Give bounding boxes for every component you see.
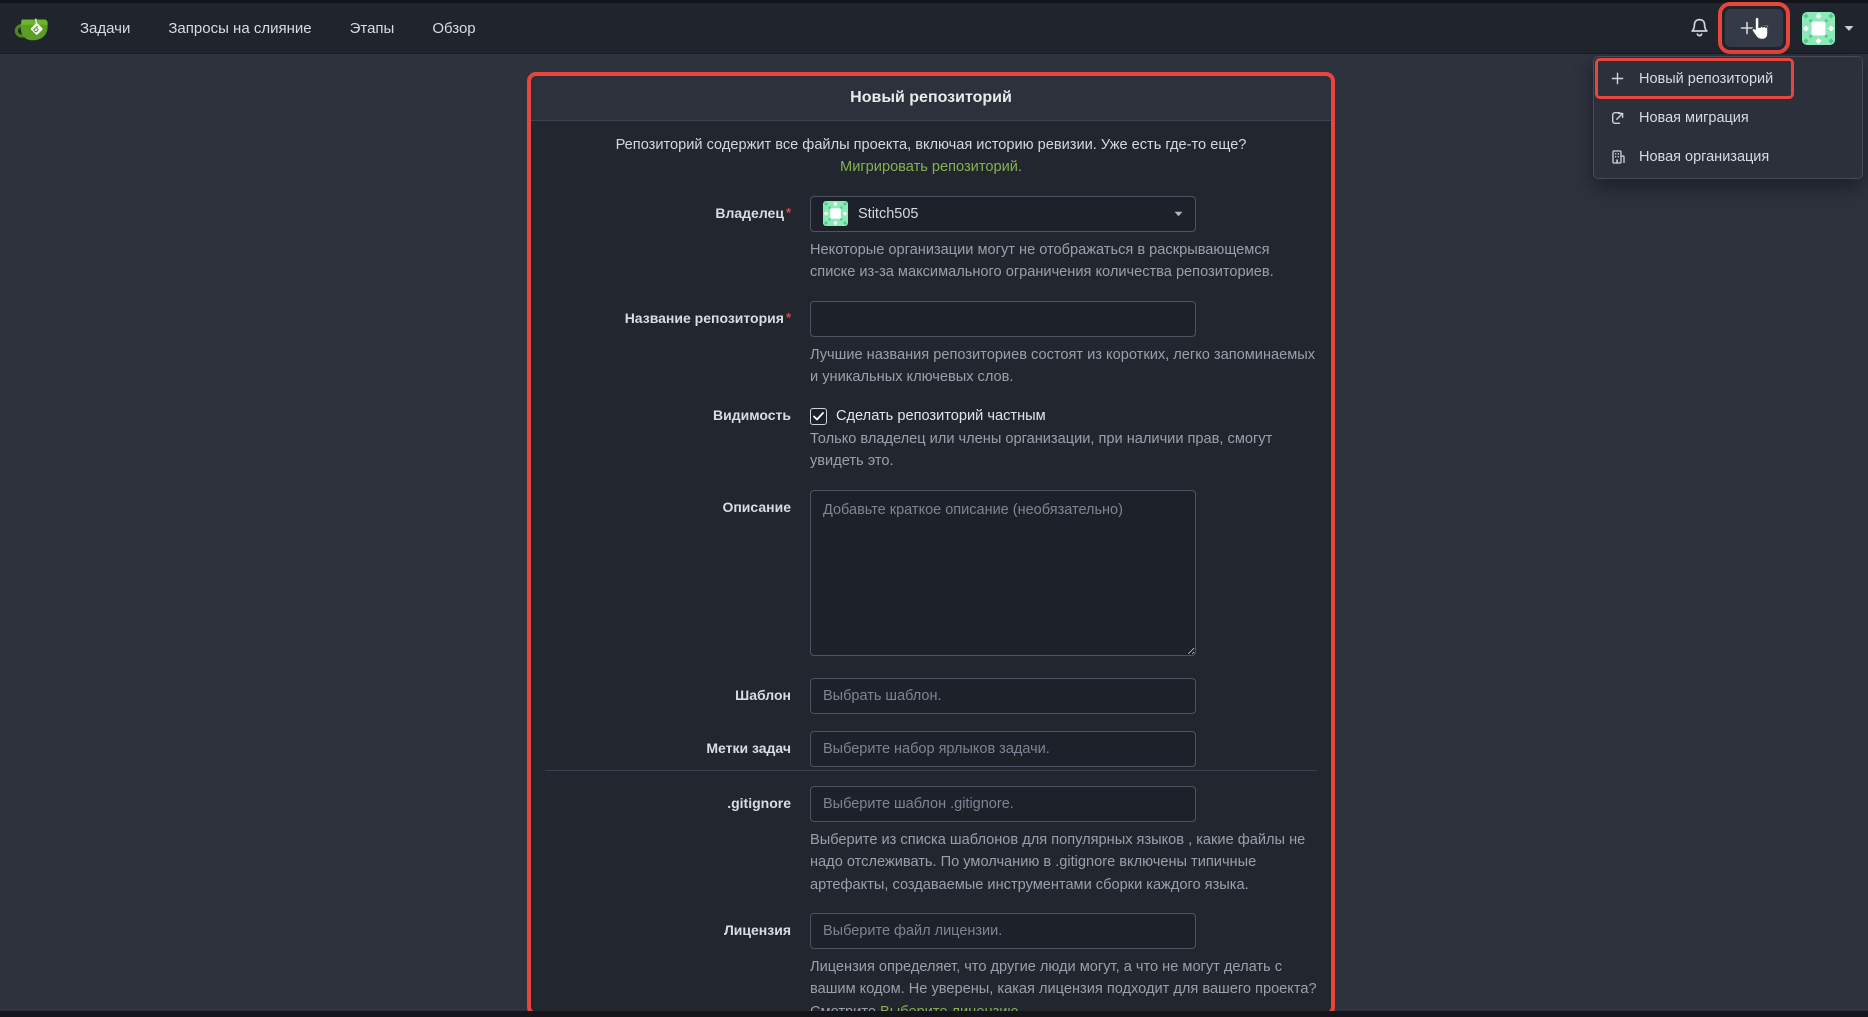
new-repository-form: Новый репозиторий Репозиторий содержит в… <box>531 76 1331 1012</box>
issue-labels-input[interactable] <box>810 731 1196 767</box>
primary-nav: Задачи Запросы на слияние Этапы Обзор <box>80 20 476 37</box>
menu-item-new-migration[interactable]: Новая миграция <box>1594 98 1862 137</box>
nav-item-milestones[interactable]: Этапы <box>350 20 395 37</box>
menu-item-new-organization[interactable]: Новая организация <box>1594 137 1862 176</box>
menu-item-label: Новая миграция <box>1639 110 1749 126</box>
plus-icon <box>1609 71 1626 86</box>
nav-item-explore[interactable]: Обзор <box>432 20 475 37</box>
owner-selected-value: Stitch505 <box>858 206 918 222</box>
form-header: Новый репозиторий <box>531 76 1331 121</box>
field-gitignore: .gitignore Выберите из списка шаблонов д… <box>531 786 1331 896</box>
menu-item-new-repository[interactable]: Новый репозиторий <box>1596 59 1793 98</box>
form-fields: Владелец* <box>531 188 1331 1012</box>
gitignore-help-text: Выберите из списка шаблонов для популярн… <box>810 829 1318 896</box>
nav-item-pull-requests[interactable]: Запросы на слияние <box>168 20 311 37</box>
description-label: Описание <box>531 490 791 515</box>
window-bottom-edge <box>0 1011 1868 1017</box>
bell-icon <box>1689 17 1710 39</box>
migrate-repository-link[interactable]: Мигрировать репозиторий. <box>840 159 1022 175</box>
required-marker: * <box>786 310 791 325</box>
migration-icon <box>1609 110 1626 126</box>
issue-labels-label: Метки задач <box>531 731 791 756</box>
visibility-label: Видимость <box>531 406 791 423</box>
field-visibility: Видимость Сделать репозиторий частным То… <box>531 406 1331 473</box>
owner-label: Владелец* <box>531 196 791 221</box>
license-label: Лицензия <box>531 913 791 938</box>
form-intro: Репозиторий содержит все файлы проекта, … <box>531 121 1331 188</box>
menu-item-label: Новая организация <box>1639 149 1769 165</box>
notifications-button[interactable] <box>1687 15 1712 41</box>
visibility-help-text: Только владелец или члены организации, п… <box>810 428 1318 473</box>
create-new-dropdown-menu: Новый репозиторий Новая миграция Новая о… <box>1593 56 1863 179</box>
section-divider <box>545 770 1317 771</box>
owner-help-text: Некоторые организации могут не отображат… <box>810 239 1318 284</box>
owner-avatar-identicon <box>823 201 848 226</box>
navbar: b Задачи Запросы на слияние Этапы Обзор <box>0 3 1868 54</box>
repo-name-label: Название репозитория* <box>531 301 791 326</box>
owner-select[interactable]: Stitch505 <box>810 196 1196 232</box>
chevron-down-icon <box>1174 211 1183 217</box>
required-marker: * <box>786 205 791 220</box>
create-new-button[interactable] <box>1725 9 1783 47</box>
field-owner: Владелец* <box>531 196 1331 284</box>
private-checkbox-label[interactable]: Сделать репозиторий частным <box>836 408 1046 424</box>
navbar-right <box>1687 9 1854 47</box>
gitea-logo-icon[interactable]: b <box>14 11 50 45</box>
template-label: Шаблон <box>531 678 791 703</box>
repo-name-input[interactable] <box>810 301 1196 337</box>
license-input[interactable] <box>810 913 1196 949</box>
repo-name-help-text: Лучшие названия репозиториев состоят из … <box>810 344 1318 389</box>
license-help-text: Лицензия определяет, что другие люди мог… <box>810 956 1318 1012</box>
organization-icon <box>1609 149 1626 165</box>
private-checkbox[interactable] <box>810 408 827 425</box>
page-title: Новый репозиторий <box>850 89 1012 107</box>
template-input[interactable] <box>810 678 1196 714</box>
gitignore-label: .gitignore <box>531 786 791 811</box>
hand-cursor-icon <box>1749 15 1772 42</box>
user-avatar-identicon <box>1802 12 1835 45</box>
field-issue-labels: Метки задач <box>531 731 1331 767</box>
menu-item-label: Новый репозиторий <box>1639 71 1773 87</box>
field-repo-name: Название репозитория* Лучшие названия ре… <box>531 301 1331 389</box>
user-menu-button[interactable] <box>1802 12 1854 45</box>
field-license: Лицензия Лицензия определяет, что другие… <box>531 913 1331 1012</box>
nav-item-issues[interactable]: Задачи <box>80 20 130 37</box>
intro-text: Репозиторий содержит все файлы проекта, … <box>616 137 1247 153</box>
chevron-down-icon <box>1844 25 1854 32</box>
field-description: Описание <box>531 490 1331 661</box>
check-icon <box>813 412 824 421</box>
gitignore-input[interactable] <box>810 786 1196 822</box>
description-textarea[interactable] <box>810 490 1196 656</box>
field-template: Шаблон <box>531 678 1331 714</box>
